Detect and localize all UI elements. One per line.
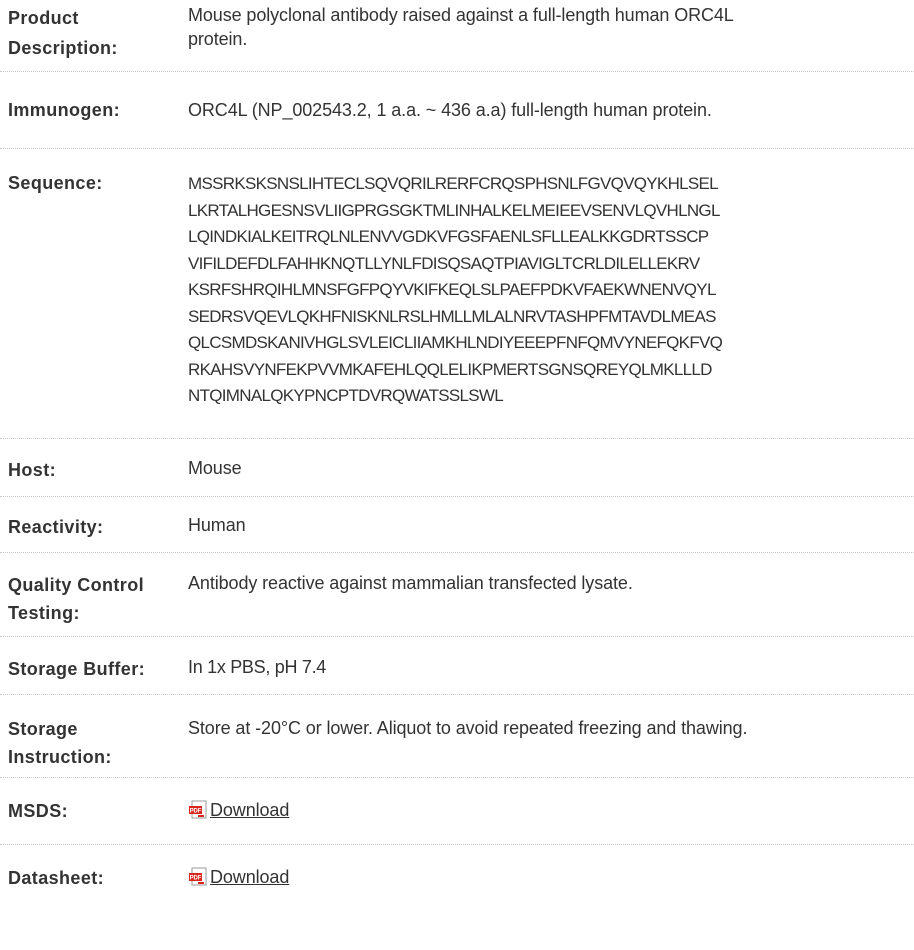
datasheet-download-text[interactable]: Download	[210, 865, 289, 889]
storage-instruction-label-line2: Instruction:	[8, 747, 112, 767]
product-description-value-line2: protein.	[188, 29, 248, 49]
quality-control-label: Quality Control Testing:	[0, 571, 188, 627]
reactivity-value: Human	[188, 515, 246, 535]
datasheet-download-link[interactable]: PDF Download	[188, 865, 289, 889]
quality-control-label-line1: Quality Control	[8, 575, 144, 595]
pdf-icon[interactable]: PDF	[188, 867, 208, 887]
sequence-line: RKAHSVYNFEKPVVMKAFEHLQQLELIKPMERTSGNSQRE…	[188, 359, 712, 379]
row-sequence: Sequence: MSSRKSKSNSLIHTECLSQVQRILRERFCR…	[0, 149, 914, 439]
datasheet-value: PDF Download	[188, 865, 914, 893]
svg-text:PDF: PDF	[190, 809, 202, 815]
row-storage-instruction: Storage Instruction: Store at -20°C or l…	[0, 695, 914, 778]
msds-label: MSDS:	[8, 801, 68, 821]
sequence-line: LKRTALHGESNSVLIIGPRGSGKTMLINHALKELMEIEEV…	[188, 200, 720, 220]
msds-download-link[interactable]: PDF Download	[188, 798, 289, 822]
msds-value: PDF Download	[188, 798, 914, 826]
row-immunogen: Immunogen: ORC4L (NP_002543.2, 1 a.a. ~ …	[0, 72, 914, 149]
sequence-line: VIFILDEFDLFAHHKNQTLLYNLFDISQSAQTPIAVIGLT…	[188, 253, 700, 273]
product-description-value: Mouse polyclonal antibody raised against…	[188, 3, 914, 51]
row-reactivity: Reactivity: Human	[0, 497, 914, 553]
immunogen-label: Immunogen:	[8, 100, 120, 120]
host-label: Host:	[8, 460, 56, 480]
reactivity-label: Reactivity:	[8, 517, 104, 537]
storage-instruction-label: Storage Instruction:	[0, 715, 188, 771]
product-description-label-line2: Description:	[8, 38, 118, 58]
immunogen-value: ORC4L (NP_002543.2, 1 a.a. ~ 436 a.a) fu…	[188, 100, 712, 120]
sequence-line: SEDRSVQEVLQKHFNISKNLRSLHMLLMLALNRVTASHPF…	[188, 306, 716, 326]
datasheet-label: Datasheet:	[8, 868, 105, 888]
svg-text:PDF: PDF	[190, 876, 202, 882]
row-quality-control-testing: Quality Control Testing: Antibody reacti…	[0, 553, 914, 637]
storage-instruction-value: Store at -20°C or lower. Aliquot to avoi…	[188, 718, 748, 738]
product-description-label-line1: Product	[8, 8, 79, 28]
sequence-line: NTQIMNALQKYPNCPTDVRQWATSSLSWL	[188, 386, 504, 405]
storage-instruction-label-line1: Storage	[8, 719, 78, 739]
row-datasheet: Datasheet: PDF Download	[0, 845, 914, 902]
product-description-value-line1: Mouse polyclonal antibody raised against…	[188, 5, 734, 25]
host-value: Mouse	[188, 458, 242, 478]
sequence-line: LQINDKIALKEITRQLNLENVVGDKVFGSFAENLSFLLEA…	[188, 227, 709, 246]
pdf-icon[interactable]: PDF	[188, 800, 208, 820]
row-msds: MSDS: PDF Download	[0, 778, 914, 845]
sequence-line: QLCSMDSKANIVHGLSVLEICLIIAMKHLNDIYEEEPFNF…	[188, 333, 723, 352]
sequence-value: MSSRKSKSNSLIHTECLSQVQRILRERFCRQSPHSNLFGV…	[188, 169, 914, 410]
quality-control-label-line2: Testing:	[8, 603, 80, 623]
quality-control-value: Antibody reactive against mammalian tran…	[188, 573, 633, 593]
product-description-label: Product Description:	[0, 3, 188, 63]
row-product-description: Product Description: Mouse polyclonal an…	[0, 0, 914, 72]
row-host: Host: Mouse	[0, 439, 914, 497]
row-storage-buffer: Storage Buffer: In 1x PBS, pH 7.4	[0, 637, 914, 695]
sequence-line: KSRFSHRQIHLMNSFGFPQYVKIFKEQLSLPAEFPDKVFA…	[188, 280, 716, 299]
product-spec-table: Product Description: Mouse polyclonal an…	[0, 0, 914, 902]
sequence-label: Sequence:	[8, 173, 103, 193]
msds-download-text[interactable]: Download	[210, 798, 289, 822]
sequence-line: MSSRKSKSNSLIHTECLSQVQRILRERFCRQSPHSNLFGV…	[188, 174, 719, 193]
storage-buffer-label: Storage Buffer:	[8, 659, 146, 679]
storage-buffer-value: In 1x PBS, pH 7.4	[188, 657, 326, 677]
